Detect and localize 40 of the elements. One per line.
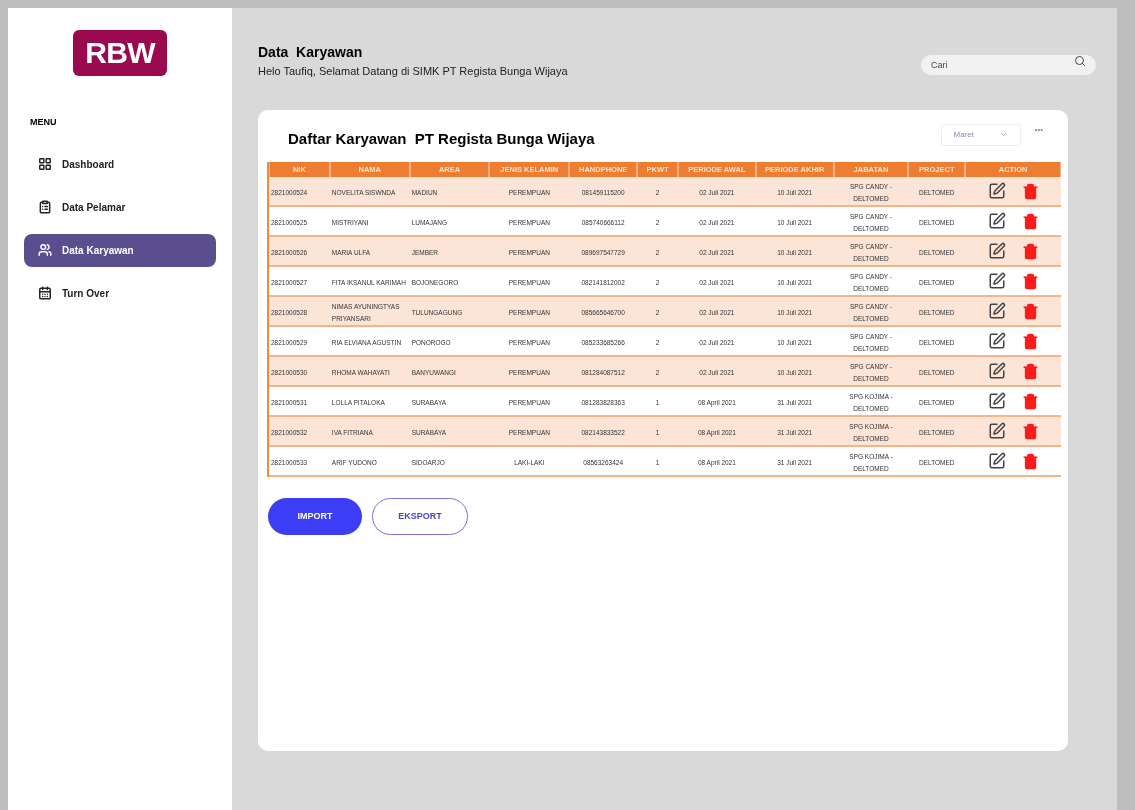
logo: RBW [73, 30, 167, 76]
trash-icon[interactable] [1021, 362, 1039, 380]
caret-icon [998, 130, 1008, 139]
trash-icon[interactable] [1021, 452, 1039, 470]
import-button[interactable]: IMPORT [268, 498, 362, 535]
search-field[interactable]: Cari [921, 55, 1096, 75]
sidebar-item[interactable]: Dashboard [24, 147, 216, 181]
trash-icon[interactable] [1021, 182, 1039, 200]
edit-icon[interactable] [987, 452, 1006, 470]
trash-icon[interactable] [1021, 392, 1039, 410]
edit-icon[interactable] [987, 392, 1006, 410]
calendar-icon [38, 286, 52, 300]
menu-label: MENU [30, 116, 58, 129]
trash-icon[interactable] [1021, 272, 1039, 290]
month-dropdown[interactable]: Maret [940, 123, 1021, 146]
sidebar-item[interactable]: Data Karyawan [24, 233, 216, 267]
clipboard-icon [38, 200, 52, 214]
edit-icon[interactable] [987, 182, 1006, 200]
edit-icon[interactable] [987, 332, 1006, 350]
trash-icon[interactable] [1021, 422, 1039, 440]
more-button[interactable]: ••• [1034, 123, 1043, 136]
users-icon [38, 243, 52, 257]
edit-icon[interactable] [987, 272, 1006, 290]
edit-icon[interactable] [987, 302, 1006, 320]
card-title: Daftar Karyawan PT Regista Bunga Wijaya [288, 128, 595, 149]
edit-icon[interactable] [987, 242, 1006, 260]
page-subtitle: Helo Taufiq, Selamat Datang di SIMK PT Regista Bunga Wijaya [258, 64, 568, 79]
trash-icon[interactable] [1021, 302, 1039, 320]
edit-icon[interactable] [987, 362, 1006, 380]
edit-icon[interactable] [987, 212, 1006, 230]
trash-icon[interactable] [1021, 332, 1039, 350]
edit-icon[interactable] [987, 422, 1006, 440]
sidebar-item[interactable]: Data Pelamar [24, 190, 216, 224]
trash-icon[interactable] [1021, 242, 1039, 260]
grid-icon [38, 157, 52, 171]
export-button[interactable]: EKSPORT [372, 498, 468, 535]
sidebar-item[interactable]: Turn Over [24, 276, 216, 310]
search-icon [1074, 55, 1086, 67]
trash-icon[interactable] [1021, 212, 1039, 230]
page-title: Data Karyawan [258, 43, 364, 62]
